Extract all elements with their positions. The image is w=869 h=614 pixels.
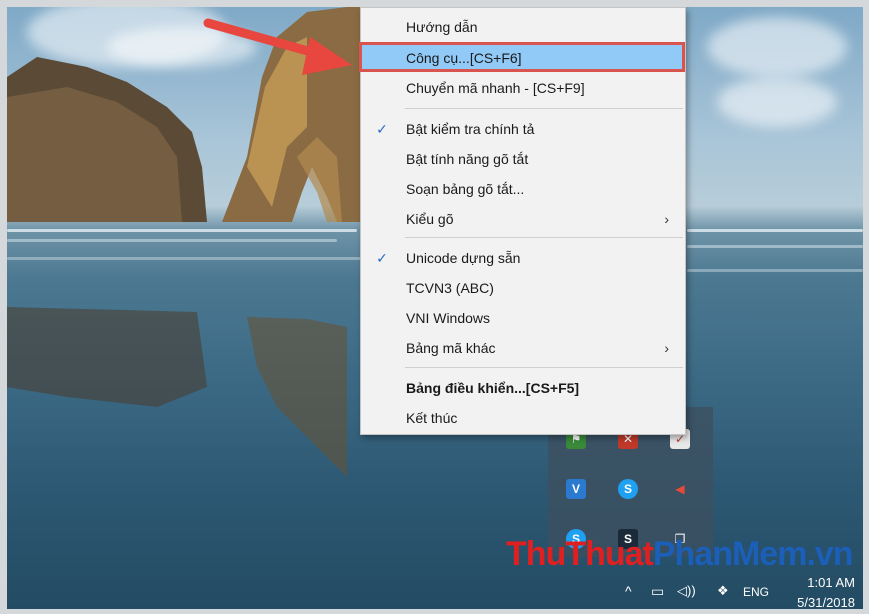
check-icon: ✓ [376, 250, 388, 266]
menu-item-cong-cu[interactable]: Công cụ...[CS+F6] [359, 42, 685, 72]
menu-item-ket-thuc[interactable]: Kết thúc [361, 404, 685, 432]
submenu-chevron-icon: › [664, 340, 669, 356]
screenshot-frame: ⚑ ✕ ✓ V S ◀ S S ❐ ThuThuatPhanMem.vn ^ ▭… [0, 0, 869, 614]
unikey-icon[interactable]: V [566, 479, 586, 499]
menu-item-label: Chuyển mã nhanh - [CS+F9] [406, 80, 585, 96]
watermark: ThuThuatPhanMem.vn [506, 535, 854, 574]
menu-item-kieu-go[interactable]: Kiểu gõ › [361, 205, 685, 233]
submenu-chevron-icon: › [664, 211, 669, 227]
menu-item-label: Bảng mã khác [406, 340, 496, 356]
clock-date: 5/31/2018 [797, 595, 855, 610]
network-icon[interactable]: ▭ [651, 583, 664, 600]
menu-item-kiem-tra-chinh-ta[interactable]: ✓ Bật kiểm tra chính tả [361, 115, 685, 143]
menu-item-bang-ma-khac[interactable]: Bảng mã khác › [361, 334, 685, 362]
menu-item-label: Hướng dẫn [406, 19, 478, 35]
menu-item-huong-dan[interactable]: Hướng dẫn [361, 13, 685, 41]
menu-separator [405, 237, 683, 238]
menu-separator [405, 108, 683, 109]
menu-item-label: Công cụ...[CS+F6] [406, 50, 522, 66]
language-indicator[interactable]: ENG [743, 585, 769, 599]
wave-line [687, 229, 863, 232]
menu-item-label: VNI Windows [406, 310, 491, 326]
skype-icon[interactable]: S [618, 479, 638, 499]
menu-item-go-tat[interactable]: Bật tính năng gõ tắt [361, 145, 685, 173]
menu-item-label: Bật kiểm tra chính tả [406, 121, 535, 137]
speaker-icon[interactable]: ◀ [670, 479, 690, 499]
wave-line [7, 257, 363, 260]
watermark-part1: ThuThuat [506, 535, 654, 573]
menu-item-label: Soạn bảng gõ tắt... [406, 181, 525, 197]
menu-item-bang-dieu-khien[interactable]: Bảng điều khiển...[CS+F5] [361, 374, 685, 402]
menu-item-chuyen-ma-nhanh[interactable]: Chuyển mã nhanh - [CS+F9] [361, 74, 685, 102]
menu-item-tcvn3[interactable]: TCVN3 (ABC) [361, 274, 685, 302]
menu-item-label: Kiểu gõ [406, 211, 454, 227]
clock-time: 1:01 AM [807, 575, 855, 590]
wave-line [7, 229, 357, 232]
unikey-context-menu: Hướng dẫn Công cụ...[CS+F6] Chuyển mã nh… [359, 7, 686, 435]
menu-item-label: Kết thúc [406, 410, 458, 426]
pointer-arrow-icon [203, 18, 352, 75]
menu-item-label: TCVN3 (ABC) [406, 280, 494, 296]
check-icon: ✓ [376, 121, 388, 137]
menu-separator [405, 367, 683, 368]
menu-item-unicode[interactable]: ✓ Unicode dựng sẵn [361, 244, 685, 272]
menu-item-label: Bảng điều khiển...[CS+F5] [406, 380, 580, 396]
menu-item-vni-windows[interactable]: VNI Windows [361, 304, 685, 332]
taskbar-clock[interactable]: 1:01 AM 5/31/2018 [785, 573, 855, 610]
wave-line [687, 269, 863, 272]
menu-item-label: Unicode dựng sẵn [406, 250, 521, 266]
wave-line [687, 245, 863, 248]
wave-line [7, 239, 337, 242]
volume-icon[interactable]: ◁)) [677, 583, 696, 599]
chevron-up-icon[interactable]: ^ [625, 583, 632, 599]
watermark-part2: PhanMem.vn [652, 535, 854, 573]
menu-item-label: Bật tính năng gõ tắt [406, 151, 529, 167]
dropbox-icon[interactable]: ❖ [717, 583, 729, 599]
menu-item-soan-bang-go-tat[interactable]: Soạn bảng gõ tắt... [361, 175, 685, 203]
